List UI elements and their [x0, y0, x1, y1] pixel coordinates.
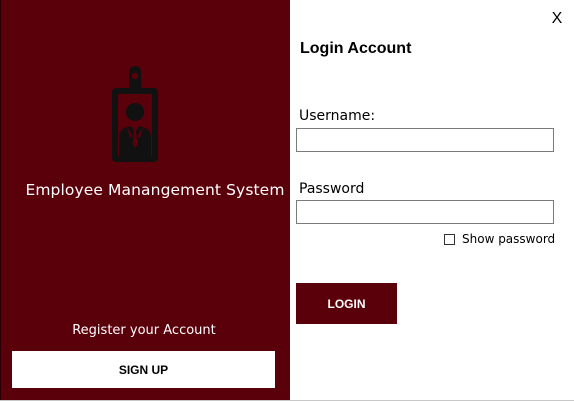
- show-password-checkbox[interactable]: [444, 233, 455, 245]
- login-title: Login Account: [300, 40, 412, 57]
- employee-id-badge-icon: [112, 66, 158, 162]
- password-input[interactable]: [296, 200, 554, 224]
- panel-border: [0, 0, 1, 401]
- show-password-toggle[interactable]: Show password: [444, 232, 555, 246]
- password-label: Password: [299, 181, 365, 197]
- login-button[interactable]: LOGIN: [296, 283, 397, 324]
- username-label: Username:: [299, 108, 376, 124]
- show-password-label: Show password: [462, 232, 556, 246]
- username-input[interactable]: [296, 128, 554, 152]
- signup-button[interactable]: SIGN UP: [12, 351, 275, 388]
- app-title: Employee Manangement System: [25, 181, 285, 199]
- register-prompt: Register your Account: [72, 323, 216, 338]
- branding-panel: Employee Manangement System Register you…: [0, 0, 290, 401]
- close-button[interactable]: X: [548, 10, 566, 28]
